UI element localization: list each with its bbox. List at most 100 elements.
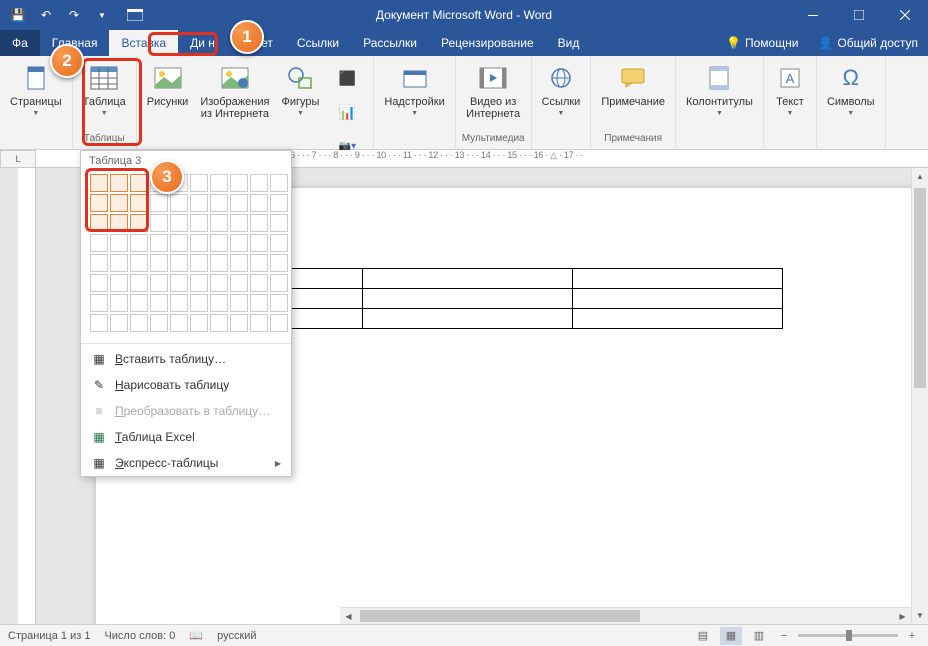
tab-file[interactable]: Фа: [0, 30, 40, 56]
draw-table-item[interactable]: ✎ Нарисовать таблицу: [81, 372, 291, 398]
grid-cell[interactable]: [270, 274, 288, 292]
grid-cell[interactable]: [90, 314, 108, 332]
grid-cell[interactable]: [190, 254, 208, 272]
grid-cell[interactable]: [170, 254, 188, 272]
grid-cell[interactable]: [90, 174, 108, 192]
grid-cell[interactable]: [170, 274, 188, 292]
grid-cell[interactable]: [150, 254, 168, 272]
grid-cell[interactable]: [230, 174, 248, 192]
grid-cell[interactable]: [250, 274, 268, 292]
web-layout-button[interactable]: ▥: [748, 627, 770, 645]
more-illustrations-button[interactable]: ⬛ 📊 📷▾: [327, 60, 367, 164]
save-icon[interactable]: 💾: [8, 5, 28, 25]
vertical-ruler[interactable]: [18, 168, 36, 628]
online-pictures-button[interactable]: Изображенияиз Интернета: [196, 60, 273, 164]
grid-cell[interactable]: [90, 274, 108, 292]
grid-cell[interactable]: [190, 274, 208, 292]
excel-table-item[interactable]: ▦ Таблица Excel: [81, 424, 291, 450]
grid-cell[interactable]: [210, 274, 228, 292]
grid-cell[interactable]: [190, 294, 208, 312]
grid-cell[interactable]: [210, 294, 228, 312]
text-button[interactable]: A Текст ▼: [770, 60, 810, 131]
proofing-icon[interactable]: 📖: [189, 629, 203, 642]
grid-cell[interactable]: [210, 214, 228, 232]
grid-cell[interactable]: [130, 194, 148, 212]
grid-cell[interactable]: [150, 274, 168, 292]
grid-cell[interactable]: [150, 234, 168, 252]
grid-cell[interactable]: [130, 234, 148, 252]
scroll-right-icon[interactable]: ▶: [894, 608, 911, 624]
scroll-thumb[interactable]: [914, 188, 926, 388]
close-button[interactable]: [882, 0, 928, 30]
grid-cell[interactable]: [270, 194, 288, 212]
grid-cell[interactable]: [250, 174, 268, 192]
scroll-left-icon[interactable]: ◀: [340, 608, 357, 624]
grid-cell[interactable]: [130, 254, 148, 272]
grid-cell[interactable]: [230, 214, 248, 232]
grid-cell[interactable]: [190, 174, 208, 192]
grid-cell[interactable]: [210, 254, 228, 272]
tab-references[interactable]: Ссылки: [285, 30, 351, 56]
headerfooter-button[interactable]: Колонтитулы ▼: [682, 60, 757, 131]
grid-cell[interactable]: [250, 214, 268, 232]
grid-cell[interactable]: [110, 274, 128, 292]
grid-cell[interactable]: [170, 234, 188, 252]
grid-cell[interactable]: [190, 214, 208, 232]
tab-design[interactable]: Ди н: [178, 30, 227, 56]
grid-cell[interactable]: [150, 294, 168, 312]
grid-cell[interactable]: [90, 234, 108, 252]
grid-cell[interactable]: [270, 254, 288, 272]
grid-cell[interactable]: [270, 234, 288, 252]
addins-button[interactable]: Надстройки ▼: [380, 60, 448, 131]
grid-cell[interactable]: [90, 194, 108, 212]
grid-cell[interactable]: [170, 194, 188, 212]
grid-cell[interactable]: [250, 294, 268, 312]
zoom-in-button[interactable]: +: [904, 630, 920, 642]
grid-cell[interactable]: [270, 174, 288, 192]
tab-mailings[interactable]: Рассылки: [351, 30, 429, 56]
grid-cell[interactable]: [230, 254, 248, 272]
grid-cell[interactable]: [130, 294, 148, 312]
grid-cell[interactable]: [170, 314, 188, 332]
tab-insert[interactable]: Вставка: [109, 30, 178, 56]
grid-cell[interactable]: [150, 314, 168, 332]
page-indicator[interactable]: Страница 1 из 1: [8, 630, 90, 642]
horizontal-scrollbar[interactable]: ◀ ▶: [340, 607, 911, 624]
comment-button[interactable]: Примечание: [597, 60, 669, 131]
grid-cell[interactable]: [250, 254, 268, 272]
share-button[interactable]: 👤 Общий доступ: [808, 30, 928, 56]
maximize-button[interactable]: [836, 0, 882, 30]
grid-cell[interactable]: [130, 174, 148, 192]
grid-cell[interactable]: [210, 234, 228, 252]
grid-cell[interactable]: [110, 314, 128, 332]
undo-icon[interactable]: ↶: [36, 5, 56, 25]
tab-review[interactable]: Рецензирование: [429, 30, 546, 56]
grid-cell[interactable]: [270, 294, 288, 312]
grid-cell[interactable]: [270, 214, 288, 232]
grid-cell[interactable]: [230, 194, 248, 212]
ribbon-display-options-icon[interactable]: [112, 0, 158, 30]
grid-cell[interactable]: [230, 234, 248, 252]
grid-cell[interactable]: [90, 214, 108, 232]
grid-cell[interactable]: [90, 254, 108, 272]
grid-cell[interactable]: [90, 294, 108, 312]
grid-cell[interactable]: [250, 234, 268, 252]
grid-cell[interactable]: [190, 194, 208, 212]
grid-cell[interactable]: [110, 254, 128, 272]
grid-cell[interactable]: [110, 214, 128, 232]
grid-cell[interactable]: [210, 194, 228, 212]
tab-view[interactable]: Вид: [546, 30, 592, 56]
grid-cell[interactable]: [110, 194, 128, 212]
qat-customize-icon[interactable]: ▼: [92, 5, 112, 25]
grid-cell[interactable]: [150, 214, 168, 232]
grid-cell[interactable]: [130, 214, 148, 232]
grid-cell[interactable]: [150, 194, 168, 212]
table-button[interactable]: Таблица ▼: [79, 60, 130, 131]
quick-tables-item[interactable]: ▦ Экспресс-таблицы ▶: [81, 450, 291, 476]
grid-cell[interactable]: [110, 294, 128, 312]
grid-cell[interactable]: [230, 294, 248, 312]
zoom-slider[interactable]: [798, 634, 898, 637]
zoom-out-button[interactable]: −: [776, 630, 792, 642]
online-video-button[interactable]: Видео изИнтернета: [462, 60, 524, 131]
vertical-scrollbar[interactable]: ▲ ▼: [911, 168, 928, 624]
